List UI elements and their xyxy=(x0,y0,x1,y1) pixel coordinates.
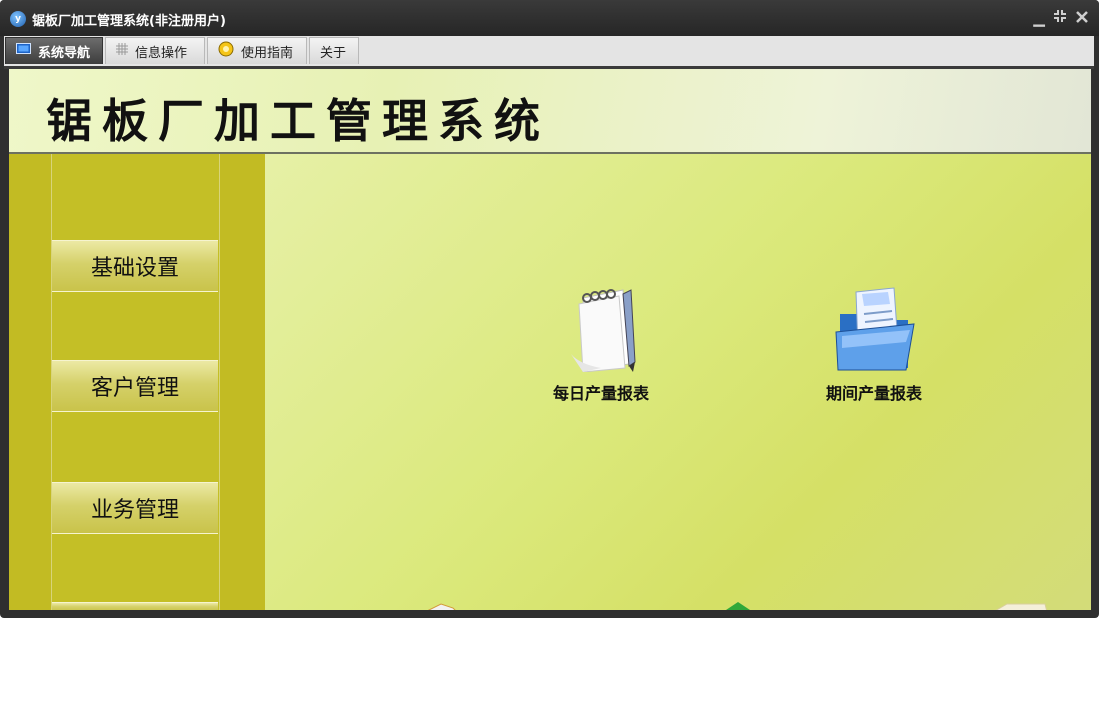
compass-icon xyxy=(218,41,234,61)
tab-about[interactable]: 关于 xyxy=(309,37,359,64)
sidebar-item-business-management[interactable]: 业务管理 xyxy=(52,482,218,534)
close-icon[interactable] xyxy=(1073,8,1091,28)
app-window: y 锯板厂加工管理系统(非注册用户) ▁ 系统导航 信息操作 使用指南 关于 锯… xyxy=(0,0,1099,618)
main-panel: 每日产量报表 期间产量报表 xyxy=(265,154,1091,610)
tab-label: 使用指南 xyxy=(241,45,294,61)
tab-info-ops[interactable]: 信息操作 xyxy=(105,37,205,64)
sidebar-item-customer-management[interactable]: 客户管理 xyxy=(52,360,218,412)
restore-icon[interactable] xyxy=(1051,8,1069,28)
sidebar: 基础设置 客户管理 业务管理 xyxy=(9,154,265,610)
tab-bar: 系统导航 信息操作 使用指南 关于 xyxy=(4,36,1094,66)
banner: 锯板厂加工管理系统 xyxy=(9,69,1091,154)
partial-icon xyxy=(726,602,750,610)
tab-label: 信息操作 xyxy=(135,45,188,61)
sidebar-item-partial[interactable] xyxy=(52,602,218,610)
content-area: 锯板厂加工管理系统 基础设置 客户管理 业务管理 每日产量报表 期间产量报表 xyxy=(9,69,1091,610)
partial-icon xyxy=(427,603,456,610)
sidebar-item-label: 客户管理 xyxy=(90,376,179,401)
sidebar-item-label: 业务管理 xyxy=(90,498,179,523)
window-title: 锯板厂加工管理系统(非注册用户) xyxy=(32,14,226,29)
folder-document-icon xyxy=(835,287,915,371)
title-bar[interactable]: y 锯板厂加工管理系统(非注册用户) ▁ xyxy=(0,0,1099,36)
app-logo-icon: y xyxy=(10,11,26,27)
period-output-report-button[interactable]: 期间产量报表 xyxy=(804,284,944,404)
minimize-icon[interactable]: ▁ xyxy=(1030,8,1048,28)
tab-user-guide[interactable]: 使用指南 xyxy=(207,37,307,64)
tab-system-nav[interactable]: 系统导航 xyxy=(5,37,103,64)
partial-icon xyxy=(995,603,1048,610)
notepad-icon xyxy=(571,289,636,372)
monitor-icon xyxy=(16,43,31,59)
tab-label: 系统导航 xyxy=(38,45,91,61)
feature-label: 期间产量报表 xyxy=(825,384,922,403)
daily-output-report-button[interactable]: 每日产量报表 xyxy=(531,284,671,404)
feature-label: 每日产量报表 xyxy=(552,384,649,403)
sidebar-item-basic-settings[interactable]: 基础设置 xyxy=(52,240,218,292)
sidebar-item-label: 基础设置 xyxy=(90,256,179,281)
grid-icon xyxy=(116,43,128,59)
system-title: 锯板厂加工管理系统 xyxy=(46,94,550,148)
tab-label: 关于 xyxy=(320,45,347,61)
